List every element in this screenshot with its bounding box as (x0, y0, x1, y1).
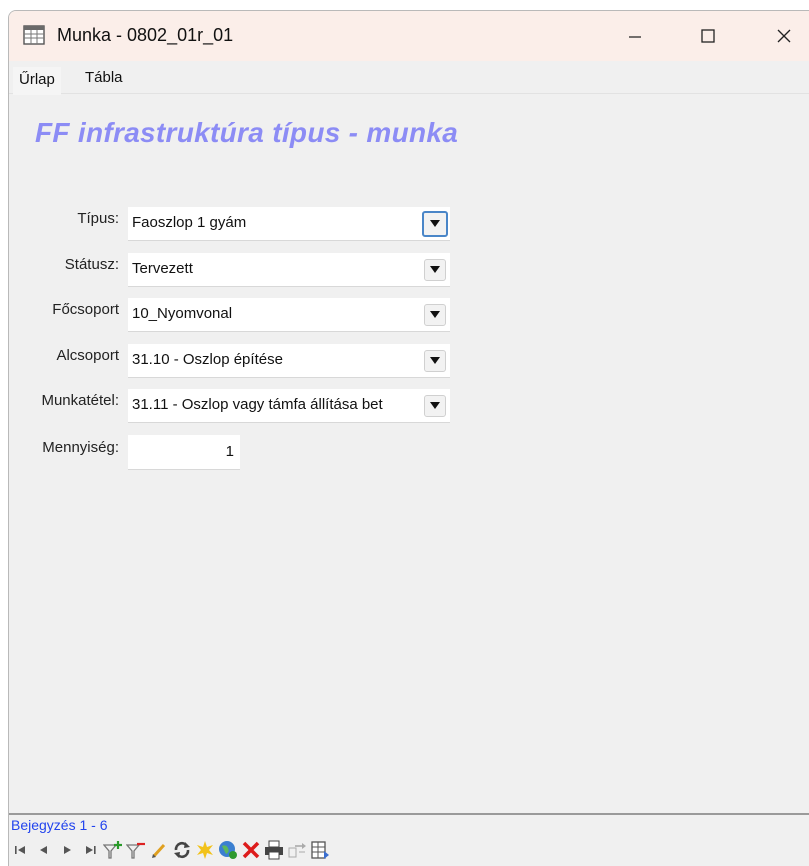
tipus-value: Faoszlop 1 gyám (132, 214, 247, 231)
munkatetel-value: 31.11 - Oszlop vagy támfa állítása bet (132, 396, 383, 413)
tab-tabla[interactable]: Tábla (79, 67, 129, 93)
mennyiseg-label: Mennyiség: (42, 439, 119, 456)
next-record-button[interactable] (57, 840, 77, 860)
refresh-button[interactable] (172, 840, 192, 860)
form-title: FF infrastruktúra típus - munka (35, 117, 459, 148)
maximize-button[interactable] (685, 19, 731, 53)
new-record-button[interactable] (195, 840, 215, 860)
export-icon (288, 843, 306, 858)
alcsoport-dropdown-button[interactable] (424, 350, 446, 372)
app-window: Munka - 0802_01r_01 Űrlap Tábla FF infra… (8, 10, 809, 866)
globe-button[interactable] (218, 840, 238, 860)
refresh-icon (174, 841, 190, 859)
chevron-down-icon (430, 220, 440, 227)
maximize-icon (701, 29, 715, 43)
remove-filter-icon (126, 842, 145, 859)
add-filter-icon (103, 841, 122, 859)
tipus-dropdown-button[interactable] (422, 211, 448, 237)
chevron-down-icon (430, 266, 440, 273)
close-icon (777, 29, 791, 43)
tipus-label: Típus: (77, 210, 119, 227)
mennyiseg-input[interactable]: 1 (128, 435, 240, 470)
delete-icon (242, 841, 260, 859)
edit-button[interactable] (149, 840, 169, 860)
last-record-button[interactable] (80, 840, 100, 860)
close-button[interactable] (761, 19, 807, 53)
record-counter: Bejegyzés 1 - 6 (11, 817, 108, 833)
add-filter-button[interactable] (103, 840, 123, 860)
status-divider (9, 813, 809, 815)
edit-pencil-icon (152, 843, 166, 858)
table-view-button[interactable] (310, 840, 330, 860)
mennyiseg-value: 1 (225, 443, 234, 460)
minimize-icon (629, 36, 641, 38)
focsoport-dropdown-button[interactable] (424, 304, 446, 326)
export-button[interactable] (287, 840, 307, 860)
tab-urlap[interactable]: Űrlap (13, 67, 61, 95)
first-record-icon (15, 846, 25, 854)
chevron-down-icon (430, 357, 440, 364)
munkatetel-label: Munkatétel: (41, 392, 119, 409)
title-bar[interactable]: Munka - 0802_01r_01 (9, 11, 809, 61)
minimize-button[interactable] (612, 19, 658, 53)
prev-record-button[interactable] (34, 840, 54, 860)
remove-filter-button[interactable] (126, 840, 146, 860)
globe-icon (219, 841, 237, 859)
chevron-down-icon (430, 311, 440, 318)
munkatetel-dropdown-button[interactable] (424, 395, 446, 417)
chevron-down-icon (430, 402, 440, 409)
last-record-icon (86, 846, 96, 854)
table-view-icon (311, 841, 329, 859)
focsoport-label: Főcsoport (52, 301, 119, 318)
statusz-dropdown-button[interactable] (424, 259, 446, 281)
statusz-value: Tervezett (132, 260, 193, 277)
record-toolbar (11, 837, 333, 863)
alcsoport-label: Alcsoport (56, 347, 119, 364)
prev-record-icon (40, 846, 47, 854)
print-icon (265, 840, 283, 860)
statusz-combo[interactable]: Tervezett (128, 253, 450, 287)
munkatetel-combo[interactable]: 31.11 - Oszlop vagy támfa állítása bet (128, 389, 450, 423)
print-button[interactable] (264, 840, 284, 860)
first-record-button[interactable] (11, 840, 31, 860)
new-record-icon (197, 841, 213, 859)
focsoport-value: 10_Nyomvonal (132, 305, 233, 322)
delete-button[interactable] (241, 840, 261, 860)
next-record-icon (64, 846, 71, 854)
tipus-combo[interactable]: Faoszlop 1 gyám (128, 207, 450, 241)
alcsoport-combo[interactable]: 31.10 - Oszlop építése (128, 344, 450, 378)
table-form-icon (23, 25, 45, 45)
statusz-label: Státusz: (64, 256, 119, 273)
focsoport-combo[interactable]: 10_Nyomvonal (128, 298, 450, 332)
tab-strip: Űrlap Tábla (9, 61, 809, 95)
alcsoport-value: 31.10 - Oszlop építése (132, 351, 283, 368)
window-title: Munka - 0802_01r_01 (57, 25, 234, 45)
